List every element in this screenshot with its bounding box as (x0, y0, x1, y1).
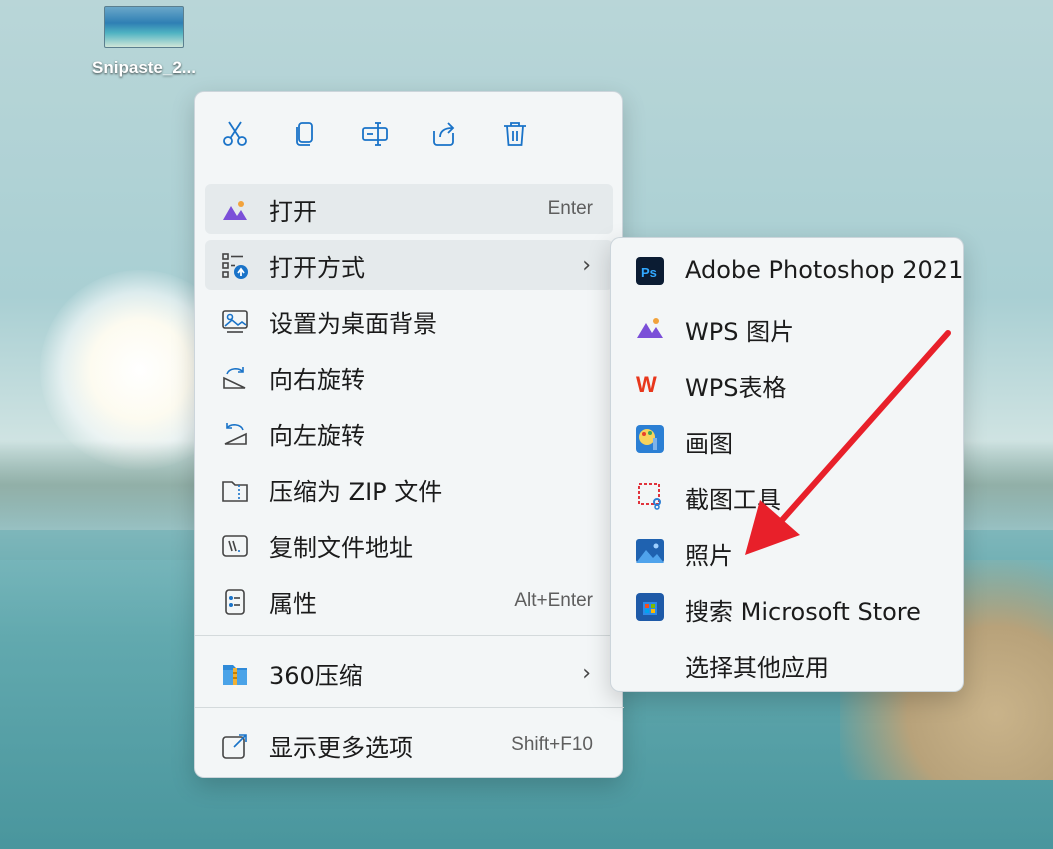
menu-item-copy-path[interactable]: 复制文件地址 (205, 520, 613, 570)
chevron-right-icon: › (582, 660, 591, 686)
rename-icon (362, 122, 388, 146)
copy-icon (296, 122, 313, 146)
wps-photo-icon (635, 312, 665, 342)
submenu-item-photos[interactable]: 照片 (611, 522, 965, 578)
menu-item-properties[interactable]: 属性 Alt+Enter (205, 576, 613, 626)
menu-item-label: 打开 (269, 197, 317, 226)
submenu-item-wps-photo[interactable]: WPS 图片 (611, 298, 965, 354)
submenu-item-label: 截图工具 (685, 486, 781, 514)
submenu-item-label: 搜索 Microsoft Store (685, 598, 921, 626)
svg-text:Ps: Ps (641, 265, 657, 280)
photoshop-icon: Ps (635, 256, 665, 286)
copy-button[interactable] (287, 116, 323, 152)
desktop-file-icon[interactable]: Snipaste_2... (82, 6, 206, 78)
wallpaper-icon (221, 308, 249, 336)
share-icon (433, 122, 455, 146)
menu-item-rotate-right[interactable]: 向右旋转 (205, 352, 613, 402)
menu-item-label: 打开方式 (269, 253, 365, 282)
scissors-icon (223, 121, 247, 146)
cut-button[interactable] (217, 116, 253, 152)
submenu-item-label: 照片 (685, 542, 733, 570)
menu-item-rotate-left[interactable]: 向左旋转 (205, 408, 613, 458)
shortcut-text: Shift+F10 (511, 734, 593, 755)
properties-icon (221, 588, 249, 616)
shortcut-text: Enter (547, 198, 593, 219)
submenu-item-label: 选择其他应用 (685, 654, 829, 682)
delete-button[interactable] (497, 116, 533, 152)
menu-item-label: 设置为桌面背景 (269, 309, 437, 338)
menu-item-set-wallpaper[interactable]: 设置为桌面背景 (205, 296, 613, 346)
context-menu: 打开 Enter 打开方式 › 设置为桌面背景 向右旋转 向左旋转 压缩为 ZI… (194, 91, 624, 778)
submenu-item-label: WPS表格 (685, 374, 787, 402)
menu-item-show-more-options[interactable]: 显示更多选项 Shift+F10 (205, 720, 613, 770)
store-icon (635, 592, 665, 622)
rotate-left-icon (221, 420, 249, 448)
context-toolbar (195, 92, 624, 174)
open-with-icon (221, 252, 249, 280)
trash-icon (504, 122, 526, 146)
360-zip-icon (221, 660, 249, 688)
menu-item-label: 复制文件地址 (269, 533, 413, 562)
copy-path-icon (221, 532, 249, 560)
paint-icon (635, 424, 665, 454)
menu-item-open[interactable]: 打开 Enter (205, 184, 613, 234)
submenu-item-label: Adobe Photoshop 2021 (685, 256, 964, 284)
wps-sheet-icon: W (635, 368, 665, 398)
menu-item-open-with[interactable]: 打开方式 › (205, 240, 613, 290)
share-button[interactable] (427, 116, 463, 152)
chevron-right-icon: › (582, 252, 591, 278)
menu-item-label: 显示更多选项 (269, 733, 413, 762)
submenu-item-wps-sheet[interactable]: W WPS表格 (611, 354, 965, 410)
submenu-item-snipping-tool[interactable]: 截图工具 (611, 466, 965, 522)
submenu-item-label: WPS 图片 (685, 318, 795, 346)
more-options-icon (221, 732, 249, 760)
menu-item-360-zip[interactable]: 360压缩 › (205, 648, 613, 698)
desktop-file-label: Snipaste_2... (92, 58, 196, 77)
open-with-submenu: Ps Adobe Photoshop 2021 WPS 图片 W WPS表格 画… (610, 237, 964, 692)
zip-icon (221, 476, 249, 504)
submenu-item-photoshop[interactable]: Ps Adobe Photoshop 2021 (611, 242, 965, 298)
photos-icon (635, 536, 665, 566)
shortcut-text: Alt+Enter (514, 590, 593, 611)
rename-button[interactable] (357, 116, 393, 152)
menu-item-compress-zip[interactable]: 压缩为 ZIP 文件 (205, 464, 613, 514)
submenu-item-choose-other-app[interactable]: 选择其他应用 (611, 634, 965, 690)
menu-item-label: 向左旋转 (269, 421, 365, 450)
image-thumbnail (104, 6, 184, 48)
wps-photo-icon (221, 196, 249, 224)
submenu-item-microsoft-store[interactable]: 搜索 Microsoft Store (611, 578, 965, 634)
menu-item-label: 压缩为 ZIP 文件 (269, 477, 443, 506)
menu-separator (195, 707, 624, 708)
rotate-right-icon (221, 364, 249, 392)
submenu-item-paint[interactable]: 画图 (611, 410, 965, 466)
svg-text:W: W (636, 372, 657, 397)
menu-separator (195, 635, 624, 636)
snipping-tool-icon (635, 480, 665, 510)
menu-item-label: 属性 (269, 589, 317, 618)
submenu-item-label: 画图 (685, 430, 733, 458)
menu-item-label: 向右旋转 (269, 365, 365, 394)
menu-item-label: 360压缩 (269, 661, 363, 690)
